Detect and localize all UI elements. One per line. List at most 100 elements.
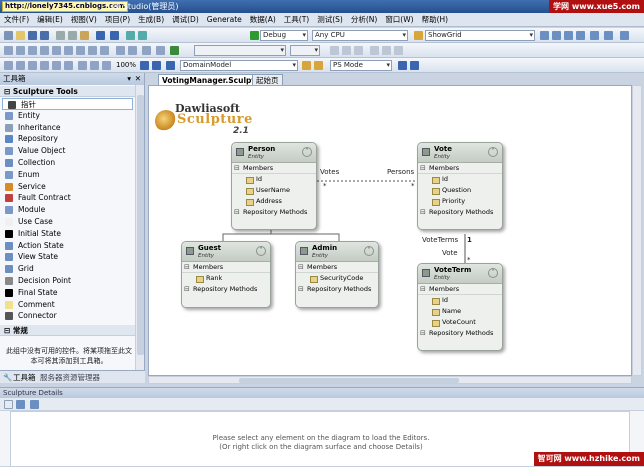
repository-methods-section[interactable]: Repository Methods bbox=[232, 207, 316, 218]
collapse-icon[interactable]: ˄ bbox=[256, 246, 266, 256]
zoom-tool-icon-1[interactable] bbox=[4, 61, 13, 70]
zoom-tool-icon-2[interactable] bbox=[16, 61, 25, 70]
menu-build[interactable]: 生成(B) bbox=[134, 13, 168, 27]
collapse-icon[interactable]: ˄ bbox=[302, 147, 312, 157]
generate-icon[interactable] bbox=[170, 46, 179, 55]
toolbox-item[interactable]: Enum bbox=[0, 169, 135, 181]
save-all-icon[interactable] bbox=[40, 31, 49, 40]
toolbox-item[interactable]: Final State bbox=[0, 287, 135, 299]
toolbox-item[interactable]: Entity bbox=[0, 110, 135, 122]
toolbox-item[interactable]: Use Case bbox=[0, 216, 135, 228]
paste-icon[interactable] bbox=[80, 31, 89, 40]
mode-select[interactable]: PS Mode bbox=[330, 60, 392, 71]
copy-icon[interactable] bbox=[68, 31, 77, 40]
cut-icon[interactable] bbox=[56, 31, 65, 40]
model-select[interactable]: DomainModel bbox=[180, 60, 298, 71]
repository-methods-section[interactable]: Repository Methods bbox=[182, 284, 270, 295]
menu-view[interactable]: 视图(V) bbox=[67, 13, 101, 27]
members-section[interactable]: Members bbox=[182, 262, 270, 273]
member-item[interactable]: Id bbox=[232, 174, 316, 185]
zoom-tool-icon-6[interactable] bbox=[64, 61, 73, 70]
canvas-vertical-scrollbar[interactable] bbox=[632, 85, 642, 376]
members-section[interactable]: Members bbox=[296, 262, 378, 273]
menu-generate[interactable]: Generate bbox=[203, 13, 246, 27]
toolbox-item[interactable]: Comment bbox=[0, 299, 135, 311]
member-item[interactable]: Address bbox=[232, 196, 316, 207]
arrange-icon[interactable] bbox=[152, 61, 161, 70]
underline-icon[interactable] bbox=[354, 46, 363, 55]
font-size-select[interactable] bbox=[290, 45, 320, 56]
member-item[interactable]: Rank bbox=[182, 273, 270, 284]
members-section[interactable]: Members bbox=[232, 163, 316, 174]
collapse-icon[interactable]: ˄ bbox=[488, 147, 498, 157]
entity-admin[interactable]: Admin Entity ˄ Members SecurityCode Repo… bbox=[295, 241, 379, 308]
outdent-icon[interactable] bbox=[156, 46, 165, 55]
menu-help[interactable]: 帮助(H) bbox=[418, 13, 453, 27]
menu-data[interactable]: 数据(A) bbox=[246, 13, 280, 27]
toolbox-item[interactable]: Action State bbox=[0, 240, 135, 252]
toolbox-group-general[interactable]: ⊟ 常规 bbox=[0, 325, 135, 336]
validate-icon[interactable] bbox=[398, 61, 407, 70]
tab-server-explorer[interactable]: 服务器资源管理器 bbox=[40, 372, 100, 383]
mode-icon-2[interactable] bbox=[314, 61, 323, 70]
navigate-back-icon[interactable] bbox=[126, 31, 135, 40]
align-right-icon[interactable] bbox=[394, 46, 403, 55]
start-page-icon[interactable] bbox=[604, 31, 613, 40]
tab-start-page[interactable]: 起始页 bbox=[252, 74, 283, 85]
details-tool-icon-3[interactable] bbox=[30, 400, 39, 409]
menu-debug[interactable]: 调试(D) bbox=[168, 13, 203, 27]
layout-icon-7[interactable] bbox=[76, 46, 85, 55]
toolbox-group-sculpture[interactable]: ⊟ Sculpture Tools bbox=[0, 86, 135, 97]
layout-icon-3[interactable] bbox=[28, 46, 37, 55]
toolbox-item[interactable]: Module bbox=[0, 204, 135, 216]
diagram-canvas[interactable]: Dawliasoft Sculpture 2.1 Votes Persons *… bbox=[148, 85, 632, 376]
members-section[interactable]: Members bbox=[418, 284, 502, 295]
window-layout-icon[interactable] bbox=[620, 31, 629, 40]
zoom-tool-icon-4[interactable] bbox=[40, 61, 49, 70]
zoom-fit-icon[interactable] bbox=[102, 61, 111, 70]
toolbox-item[interactable]: Value Object bbox=[0, 145, 135, 157]
config-select[interactable]: Debug bbox=[260, 30, 308, 41]
member-item[interactable]: UserName bbox=[232, 185, 316, 196]
toolbox-item[interactable]: Decision Point bbox=[0, 275, 135, 287]
menu-window[interactable]: 窗口(W) bbox=[381, 13, 417, 27]
menu-analyze[interactable]: 分析(N) bbox=[347, 13, 381, 27]
menu-tools[interactable]: 工具(T) bbox=[280, 13, 313, 27]
indent-icon[interactable] bbox=[142, 46, 151, 55]
find-in-files-icon[interactable] bbox=[540, 31, 549, 40]
member-item[interactable]: SecurityCode bbox=[296, 273, 378, 284]
zoom-out-icon[interactable] bbox=[90, 61, 99, 70]
members-section[interactable]: Members bbox=[418, 163, 502, 174]
navigate-forward-icon[interactable] bbox=[138, 31, 147, 40]
member-item[interactable]: Question bbox=[418, 185, 502, 196]
menu-file[interactable]: 文件(F) bbox=[0, 13, 33, 27]
repository-methods-section[interactable]: Repository Methods bbox=[296, 284, 378, 295]
member-item[interactable]: Id bbox=[418, 295, 502, 306]
layout-icon-2[interactable] bbox=[16, 46, 25, 55]
toolbox-item[interactable]: Grid bbox=[0, 263, 135, 275]
toolbox-item[interactable]: View State bbox=[0, 251, 135, 263]
uncomment-icon[interactable] bbox=[128, 46, 137, 55]
member-item[interactable]: Id bbox=[418, 174, 502, 185]
toolbox-item[interactable]: 指针 bbox=[2, 98, 133, 110]
toolbox-item[interactable]: Inheritance bbox=[0, 122, 135, 134]
comment-out-icon[interactable] bbox=[116, 46, 125, 55]
member-item[interactable]: VoteCount bbox=[418, 317, 502, 328]
entity-guest[interactable]: Guest Entity ˄ Members Rank Repository M… bbox=[181, 241, 271, 308]
layout-icon-9[interactable] bbox=[100, 46, 109, 55]
scroll-thumb[interactable] bbox=[239, 378, 459, 383]
layout-icon-5[interactable] bbox=[52, 46, 61, 55]
toolbox-item[interactable]: Collection bbox=[0, 157, 135, 169]
layout-icon-4[interactable] bbox=[40, 46, 49, 55]
align-left-icon[interactable] bbox=[370, 46, 379, 55]
find-icon[interactable] bbox=[414, 31, 423, 40]
admin-inheritance-line[interactable] bbox=[271, 233, 340, 241]
layout-icon-1[interactable] bbox=[4, 46, 13, 55]
menu-edit[interactable]: 编辑(E) bbox=[33, 13, 67, 27]
export-icon[interactable] bbox=[410, 61, 419, 70]
mode-icon-1[interactable] bbox=[302, 61, 311, 70]
pin-icon[interactable]: ▾ bbox=[127, 73, 131, 85]
menu-project[interactable]: 项目(P) bbox=[101, 13, 134, 27]
save-icon[interactable] bbox=[28, 31, 37, 40]
redo-icon[interactable] bbox=[110, 31, 119, 40]
